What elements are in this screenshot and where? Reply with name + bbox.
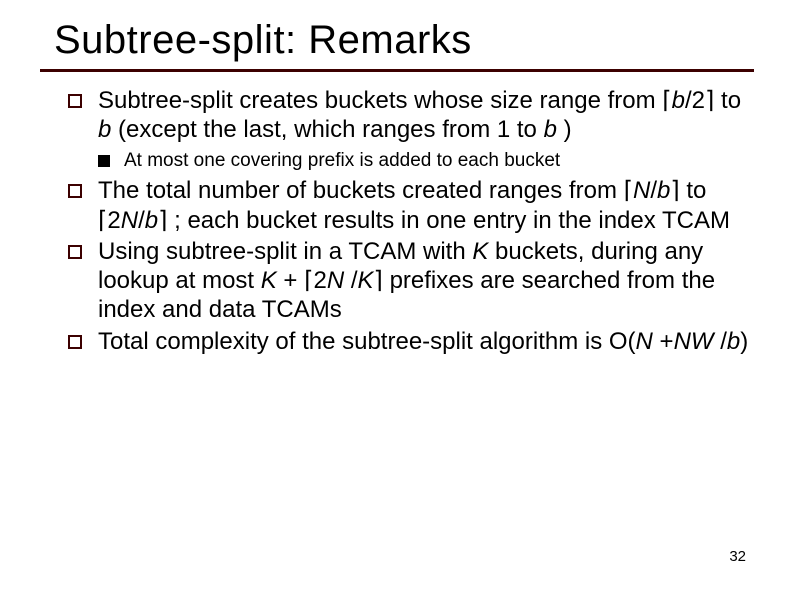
var-n: N <box>121 207 138 234</box>
text: ⌉ ; each bucket results in one entry in … <box>158 207 730 234</box>
var-b: b <box>657 177 670 204</box>
text: / <box>344 267 357 294</box>
var-n: N <box>636 328 653 355</box>
bullet-2: The total number of buckets created rang… <box>68 176 754 235</box>
text: ) <box>557 116 572 143</box>
var-n: N <box>633 177 650 204</box>
bullet-1-text: Subtree-split creates buckets whose size… <box>98 86 754 145</box>
text: Subtree-split creates buckets whose size… <box>98 87 672 114</box>
open-square-icon <box>68 245 82 259</box>
bullet-4-text: Total complexity of the subtree-split al… <box>98 327 748 356</box>
var-k: K <box>261 267 277 294</box>
text: Total complexity of the subtree-split al… <box>98 328 636 355</box>
bullet-3: Using subtree-split in a TCAM with K buc… <box>68 237 754 325</box>
open-square-icon <box>68 94 82 108</box>
text: (except the last, which ranges from 1 to <box>111 116 543 143</box>
bullet-4: Total complexity of the subtree-split al… <box>68 327 754 356</box>
title-underline <box>40 69 754 72</box>
var-k: K <box>472 238 488 265</box>
var-b: b <box>145 207 158 234</box>
slide-title: Subtree-split: Remarks <box>40 18 754 69</box>
text: / <box>138 207 145 234</box>
text: The total number of buckets created rang… <box>98 177 633 204</box>
text: + <box>653 328 674 355</box>
text: /2⌉ to <box>685 87 741 114</box>
slide: Subtree-split: Remarks Subtree-split cre… <box>0 0 794 595</box>
text: + ⌈2 <box>277 267 327 294</box>
open-square-icon <box>68 335 82 349</box>
page-number: 32 <box>729 548 746 565</box>
bullet-1-sub: At most one covering prefix is added to … <box>68 149 754 173</box>
slide-body: Subtree-split creates buckets whose size… <box>40 86 754 356</box>
bullet-1-sub-text: At most one covering prefix is added to … <box>124 149 560 173</box>
text: / <box>714 328 727 355</box>
solid-square-icon <box>98 155 110 167</box>
bullet-3-text: Using subtree-split in a TCAM with K buc… <box>98 237 754 325</box>
text: ) <box>740 328 748 355</box>
bullet-1: Subtree-split creates buckets whose size… <box>68 86 754 145</box>
var-nw: NW <box>674 328 714 355</box>
var-k: K <box>358 267 374 294</box>
open-square-icon <box>68 184 82 198</box>
text: / <box>650 177 657 204</box>
var-b: b <box>672 87 685 114</box>
var-b: b <box>544 116 557 143</box>
var-n: N <box>327 267 344 294</box>
var-b: b <box>98 116 111 143</box>
text: Using subtree-split in a TCAM with <box>98 238 472 265</box>
var-b: b <box>727 328 740 355</box>
bullet-2-text: The total number of buckets created rang… <box>98 176 754 235</box>
